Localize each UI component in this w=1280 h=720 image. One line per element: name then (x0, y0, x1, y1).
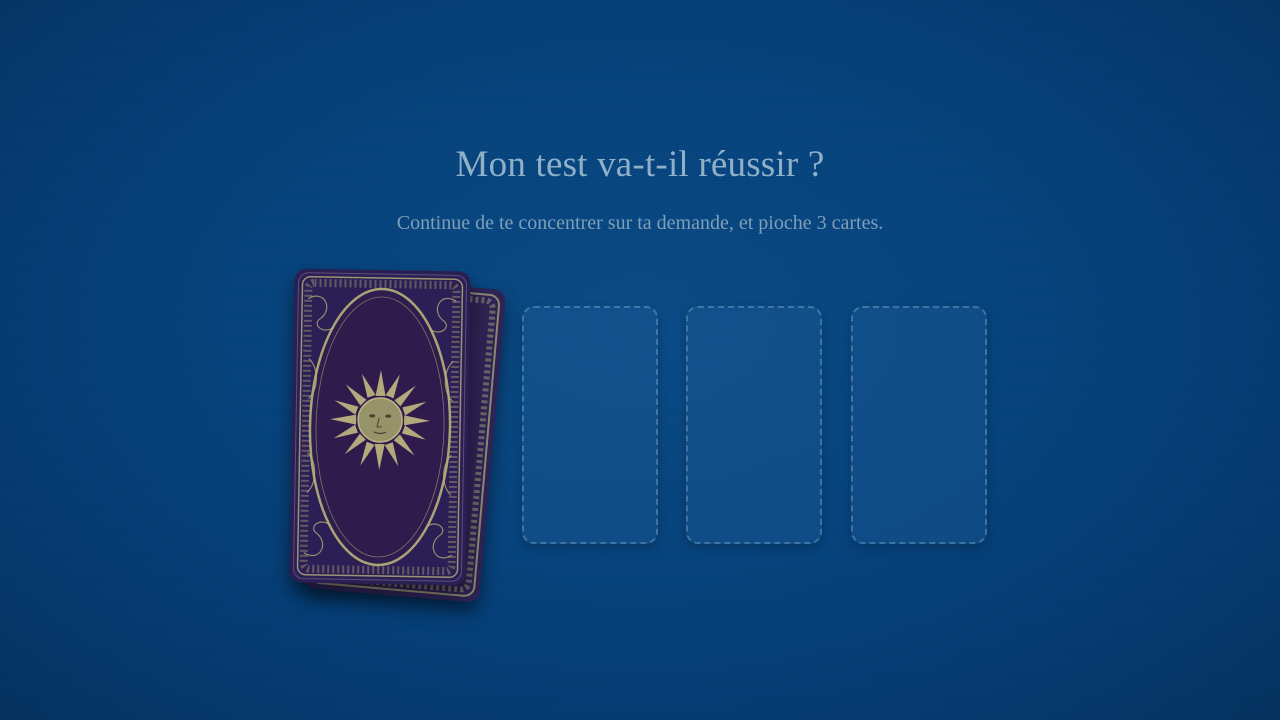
card-slot-1 (522, 306, 658, 544)
sun-face-icon (330, 370, 431, 470)
card-deck[interactable] (282, 262, 522, 622)
card-slot-2 (686, 306, 822, 544)
deck-card-top[interactable] (289, 268, 471, 586)
instruction-text: Continue de te concentrer sur ta demande… (396, 212, 884, 234)
card-slot-3 (851, 306, 987, 544)
page-title: Mon test va-t-il réussir ? (455, 144, 825, 185)
